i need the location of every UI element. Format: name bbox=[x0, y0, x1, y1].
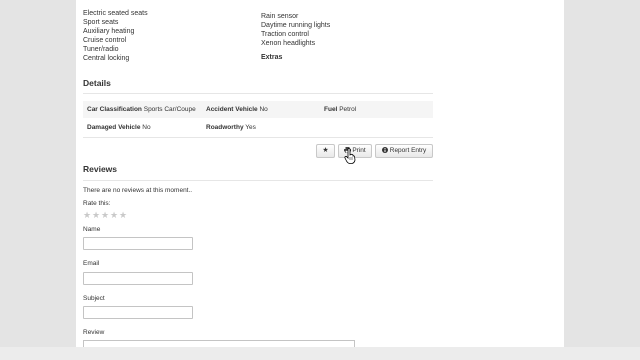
feature-item: Auxiliary heating bbox=[83, 28, 135, 35]
subject-input[interactable] bbox=[83, 306, 193, 319]
info-icon bbox=[381, 147, 388, 153]
damaged-vehicle-detail: Damaged Vehicle No bbox=[87, 124, 151, 131]
feature-item: Daytime running lights bbox=[261, 22, 331, 29]
rate-this-label: Rate this: bbox=[83, 200, 111, 207]
reviews-heading: Reviews bbox=[83, 164, 118, 174]
report-entry-button[interactable]: Report Entry bbox=[375, 144, 433, 158]
rating-star-icon[interactable]: ★ bbox=[119, 211, 127, 220]
details-row: Car Classification Sports Car/Coupe Acci… bbox=[83, 101, 433, 118]
detail-value: Yes bbox=[245, 124, 256, 131]
subject-label: Subject bbox=[83, 295, 105, 302]
feature-item: Central locking bbox=[83, 55, 130, 62]
feature-item: Traction control bbox=[261, 31, 309, 38]
details-row: Damaged Vehicle No Roadworthy Yes bbox=[83, 119, 433, 136]
detail-value: Petrol bbox=[339, 106, 357, 113]
star-icon: ★ bbox=[322, 147, 329, 154]
feature-item: Rain sensor bbox=[261, 13, 299, 20]
detail-label: Car Classification bbox=[87, 106, 142, 113]
listing-content-card: Electric seated seats Sport seats Auxili… bbox=[76, 0, 564, 347]
rating-star-icon[interactable]: ★ bbox=[110, 211, 118, 220]
feature-item: Cruise control bbox=[83, 37, 127, 44]
email-label: Email bbox=[83, 260, 100, 267]
divider bbox=[83, 137, 433, 138]
divider bbox=[83, 180, 433, 181]
detail-value: Sports Car/Coupe bbox=[143, 106, 196, 113]
details-heading: Details bbox=[83, 78, 111, 88]
detail-value: No bbox=[142, 124, 151, 131]
features-left-list: Electric seated seats Sport seats Auxili… bbox=[83, 9, 148, 63]
rating-star-icon[interactable]: ★ bbox=[83, 211, 91, 220]
favorite-button[interactable]: ★ bbox=[316, 144, 335, 158]
rating-star-icon[interactable]: ★ bbox=[101, 211, 109, 220]
review-label: Review bbox=[83, 329, 105, 336]
review-textarea[interactable] bbox=[83, 340, 355, 347]
detail-label: Accident Vehicle bbox=[206, 106, 258, 113]
feature-item: Electric seated seats bbox=[83, 10, 148, 17]
extras-heading: Extras bbox=[261, 54, 283, 61]
email-input[interactable] bbox=[83, 272, 193, 285]
name-label: Name bbox=[83, 226, 101, 233]
feature-item: Sport seats bbox=[83, 19, 119, 26]
detail-label: Damaged Vehicle bbox=[87, 124, 141, 131]
report-entry-label: Report Entry bbox=[389, 147, 427, 154]
hand-pointer-icon bbox=[344, 148, 356, 164]
car-classification-detail: Car Classification Sports Car/Coupe bbox=[87, 106, 196, 113]
feature-item: Xenon headlights bbox=[261, 40, 316, 47]
bottom-bar bbox=[0, 347, 640, 360]
detail-label: Fuel bbox=[324, 106, 338, 113]
divider bbox=[83, 93, 433, 94]
detail-value: No bbox=[259, 106, 268, 113]
accident-vehicle-detail: Accident Vehicle No bbox=[206, 106, 268, 113]
rating-star-icon[interactable]: ★ bbox=[92, 211, 100, 220]
roadworthy-detail: Roadworthy Yes bbox=[206, 124, 256, 131]
no-reviews-message: There are no reviews at this moment.. bbox=[83, 187, 193, 194]
name-input[interactable] bbox=[83, 237, 193, 250]
features-right-list: Rain sensor Daytime running lights Tract… bbox=[261, 12, 330, 48]
detail-label: Roadworthy bbox=[206, 124, 244, 131]
feature-item: Tuner/radio bbox=[83, 46, 119, 53]
fuel-detail: Fuel Petrol bbox=[324, 106, 356, 113]
